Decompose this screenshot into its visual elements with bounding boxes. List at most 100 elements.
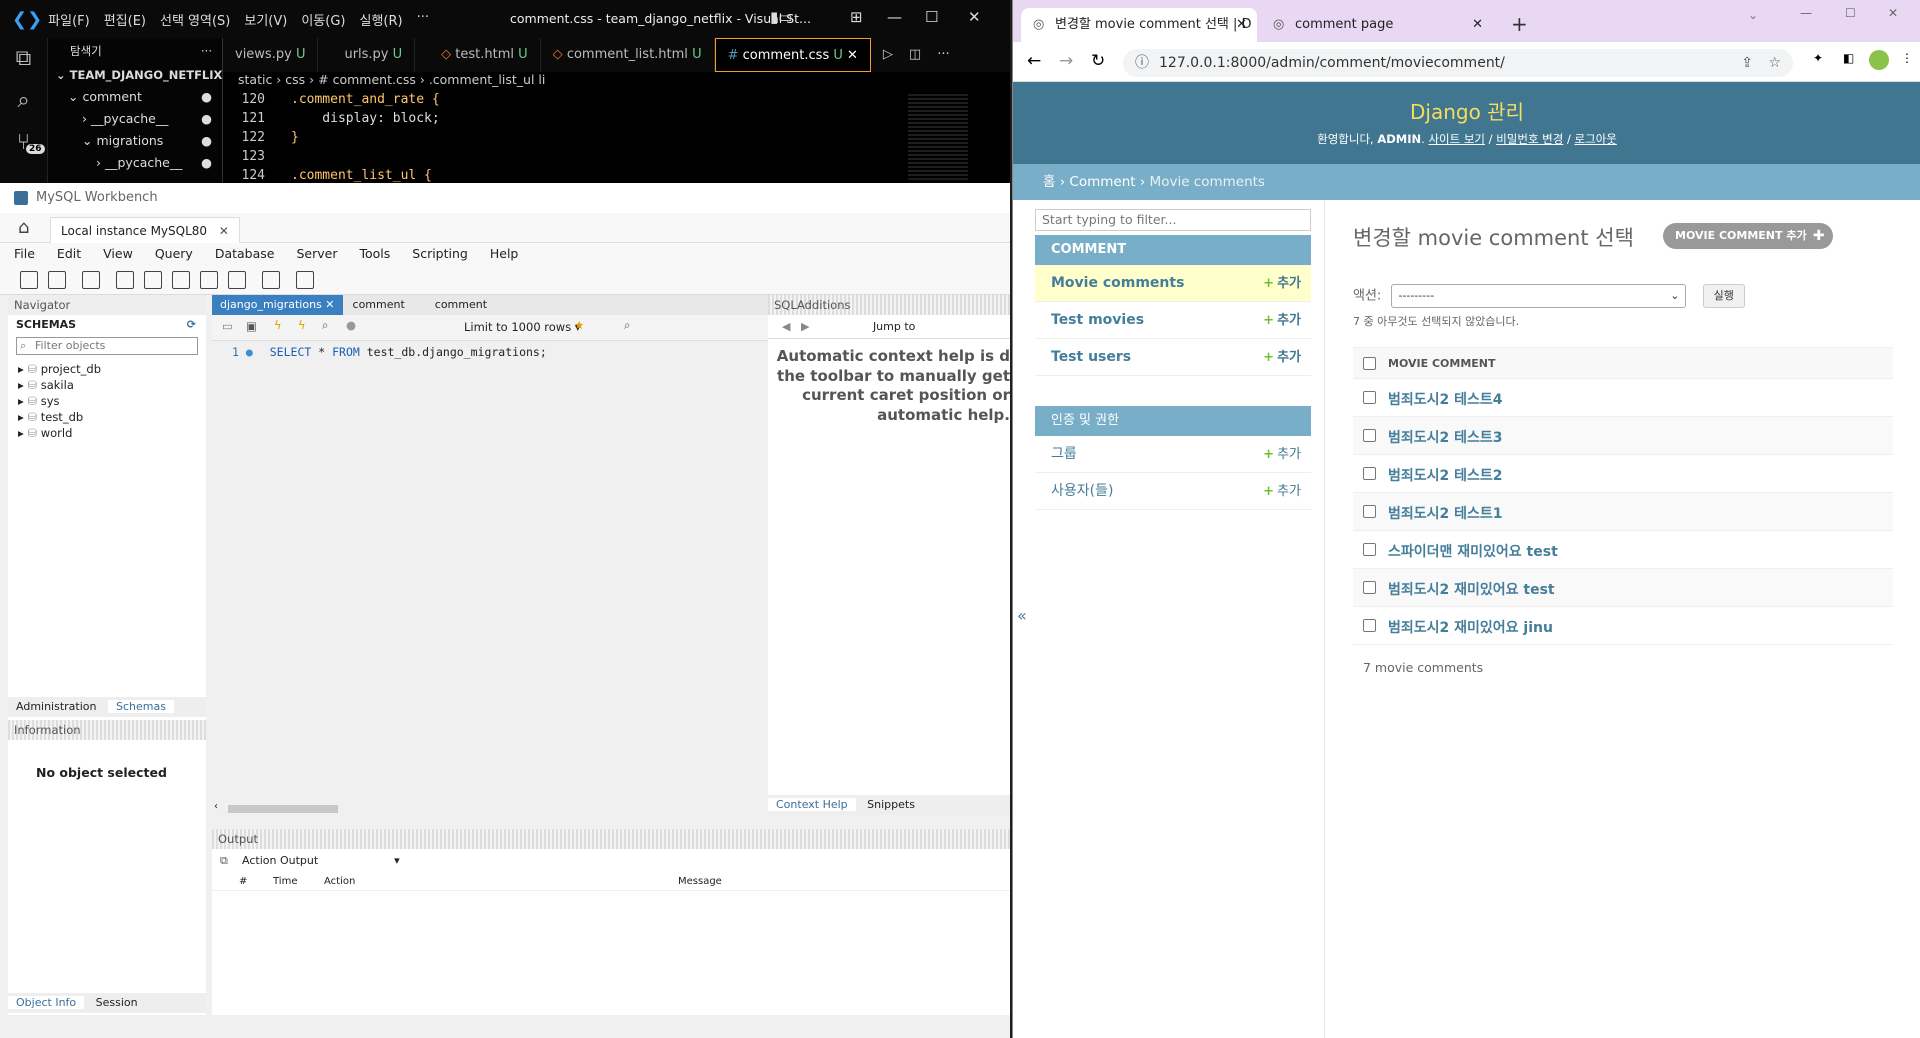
maximize-icon[interactable]: ☐ <box>1845 6 1856 20</box>
customize-layout-icon[interactable]: ⊞ <box>850 8 863 26</box>
crumb-app[interactable]: Comment <box>1069 174 1135 190</box>
tab-close-icon[interactable]: ✕ <box>219 224 229 238</box>
row-link[interactable]: 범죄도시2 테스트1 <box>1388 503 1503 523</box>
add-link[interactable]: + 추가 <box>1263 265 1301 302</box>
search-table-icon[interactable] <box>262 271 280 289</box>
open-file-icon[interactable]: ▭ <box>222 319 233 333</box>
row-link[interactable]: 범죄도시2 테스트3 <box>1388 427 1503 447</box>
action-select[interactable]: --------- ⌄ <box>1391 284 1687 308</box>
forward-icon[interactable]: ▶ <box>801 320 809 333</box>
browser-tab-comment-page[interactable]: ◎ comment page ✕ <box>1261 8 1493 42</box>
menu-view[interactable]: 보기(V) <box>244 10 287 29</box>
create-schema-icon[interactable] <box>116 271 134 289</box>
run-icon[interactable]: ▷ <box>883 38 893 72</box>
layout-icon[interactable]: ▮▭ <box>770 8 792 26</box>
row-checkbox[interactable] <box>1363 505 1376 518</box>
crumb-css[interactable]: css <box>285 72 305 87</box>
add-link[interactable]: + 추가 <box>1263 339 1301 376</box>
menu-file[interactable]: File <box>14 243 35 265</box>
row-link[interactable]: 스파이더맨 재미있어요 test <box>1388 541 1558 561</box>
schema-item[interactable]: ▸ ⛁ test_db <box>8 409 206 425</box>
beautify-icon[interactable]: ★ <box>574 318 584 332</box>
row-checkbox[interactable] <box>1363 619 1376 632</box>
new-sql-tab-icon[interactable] <box>20 271 38 289</box>
jump-to-select[interactable]: Jump to <box>873 320 915 333</box>
menu-selection[interactable]: 선택 영역(S) <box>160 10 230 29</box>
menu-more[interactable]: ··· <box>417 10 429 29</box>
reload-icon[interactable]: ↻ <box>1091 51 1105 71</box>
back-icon[interactable]: ◀ <box>782 320 790 333</box>
browser-tab-admin[interactable]: ◎ 변경할 movie comment 선택 | D ✕ <box>1021 8 1257 42</box>
find-icon[interactable]: ⌕ <box>624 318 630 333</box>
tab-test-html[interactable]: ◇ test.html U <box>415 38 541 72</box>
tab-local-instance[interactable]: Local instance MySQL80 ✕ <box>50 217 240 243</box>
crumb-selector[interactable]: .comment_list_ul li <box>429 72 546 87</box>
create-view-icon[interactable] <box>172 271 190 289</box>
project-root[interactable]: ⌄ TEAM_DJANGO_NETFLIX <box>48 64 222 86</box>
site-info-icon[interactable]: ⓘ <box>1135 49 1149 77</box>
crumb-home[interactable]: 홈 <box>1043 174 1055 190</box>
create-function-icon[interactable] <box>228 271 246 289</box>
change-password-link[interactable]: 비밀번호 변경 <box>1496 132 1563 146</box>
add-link[interactable]: + 추가 <box>1263 302 1301 339</box>
new-tab-icon[interactable]: + <box>1511 12 1528 36</box>
create-procedure-icon[interactable] <box>200 271 218 289</box>
model-users[interactable]: 사용자(들) + 추가 <box>1035 473 1311 510</box>
inspector-icon[interactable] <box>82 271 100 289</box>
chrome-menu-icon[interactable]: ⋮ <box>1901 51 1913 65</box>
menu-view[interactable]: View <box>103 243 133 265</box>
collapse-sidebar-button[interactable]: « <box>1017 606 1027 625</box>
menu-edit[interactable]: Edit <box>57 243 81 265</box>
forward-icon[interactable]: → <box>1059 51 1073 71</box>
schema-item[interactable]: ▸ ⛁ project_db <box>8 361 206 377</box>
tab-search-icon[interactable]: ⌄ <box>1748 8 1758 22</box>
tab-comment-list-html[interactable]: ◇ comment_list.html U <box>541 38 715 72</box>
refresh-icon[interactable]: ⟳ <box>187 315 196 335</box>
minimize-icon[interactable]: — <box>1800 6 1812 20</box>
maximize-icon[interactable]: ☐ <box>925 8 938 26</box>
more-icon[interactable]: ··· <box>201 38 212 64</box>
execute-icon[interactable]: ϟ <box>274 318 282 332</box>
limit-rows-select[interactable]: Limit to 1000 rows ▾ <box>464 320 581 334</box>
tab-close-icon[interactable]: ✕ <box>1236 8 1247 42</box>
stop-icon[interactable]: ● <box>346 318 356 332</box>
select-all-checkbox[interactable] <box>1363 357 1376 370</box>
row-checkbox[interactable] <box>1363 543 1376 556</box>
row-link[interactable]: 범죄도시2 재미있어요 test <box>1388 579 1555 599</box>
crumb-file[interactable]: # comment.css <box>318 72 416 87</box>
tab-close-icon[interactable]: ✕ <box>847 48 858 63</box>
search-icon[interactable]: ⌕ <box>0 88 47 122</box>
row-link[interactable]: 범죄도시2 테스트4 <box>1388 389 1503 409</box>
tab-comment[interactable]: comment <box>343 295 425 315</box>
back-icon[interactable]: ← <box>1027 51 1041 71</box>
tab-session[interactable]: Session <box>88 996 146 1009</box>
logout-link[interactable]: 로그아웃 <box>1575 132 1617 146</box>
add-movie-comment-button[interactable]: MOVIE COMMENT 추가 ✚ <box>1663 223 1833 249</box>
split-editor-icon[interactable]: ◫ <box>909 38 921 72</box>
tab-close-icon[interactable]: ✕ <box>325 298 334 311</box>
copy-icon[interactable]: ⧉ <box>220 849 228 873</box>
model-movie-comments[interactable]: Movie comments + 추가 <box>1035 265 1311 302</box>
menu-query[interactable]: Query <box>155 243 193 265</box>
model-groups[interactable]: 그룹 + 추가 <box>1035 436 1311 473</box>
site-brand[interactable]: Django 관리 <box>1013 82 1920 125</box>
tab-snippets[interactable]: Snippets <box>859 798 923 811</box>
tab-urls-py[interactable]: urls.py U <box>318 38 416 72</box>
source-control-icon[interactable]: ⑂ 26 <box>0 130 47 164</box>
close-icon[interactable]: ✕ <box>968 8 981 26</box>
tab-views-py[interactable]: views.py U <box>223 38 319 72</box>
column-header[interactable]: MOVIE COMMENT <box>1388 357 1496 370</box>
tab-comment-2[interactable]: comment <box>425 295 497 315</box>
tree-item-migrations[interactable]: ⌄ migrations ● <box>48 130 222 152</box>
close-icon[interactable]: ✕ <box>1888 6 1898 20</box>
menu-edit[interactable]: 편집(E) <box>104 10 146 29</box>
execute-current-icon[interactable]: ϟ <box>298 318 306 332</box>
minimize-icon[interactable]: — <box>887 8 902 26</box>
tab-context-help[interactable]: Context Help <box>768 798 856 811</box>
row-checkbox[interactable] <box>1363 429 1376 442</box>
profile-avatar[interactable] <box>1869 50 1889 70</box>
menu-scripting[interactable]: Scripting <box>412 243 468 265</box>
add-link[interactable]: + 추가 <box>1263 473 1301 510</box>
tree-item-comment[interactable]: ⌄ comment ● <box>48 86 222 108</box>
share-icon[interactable]: ⇪ <box>1741 49 1753 77</box>
